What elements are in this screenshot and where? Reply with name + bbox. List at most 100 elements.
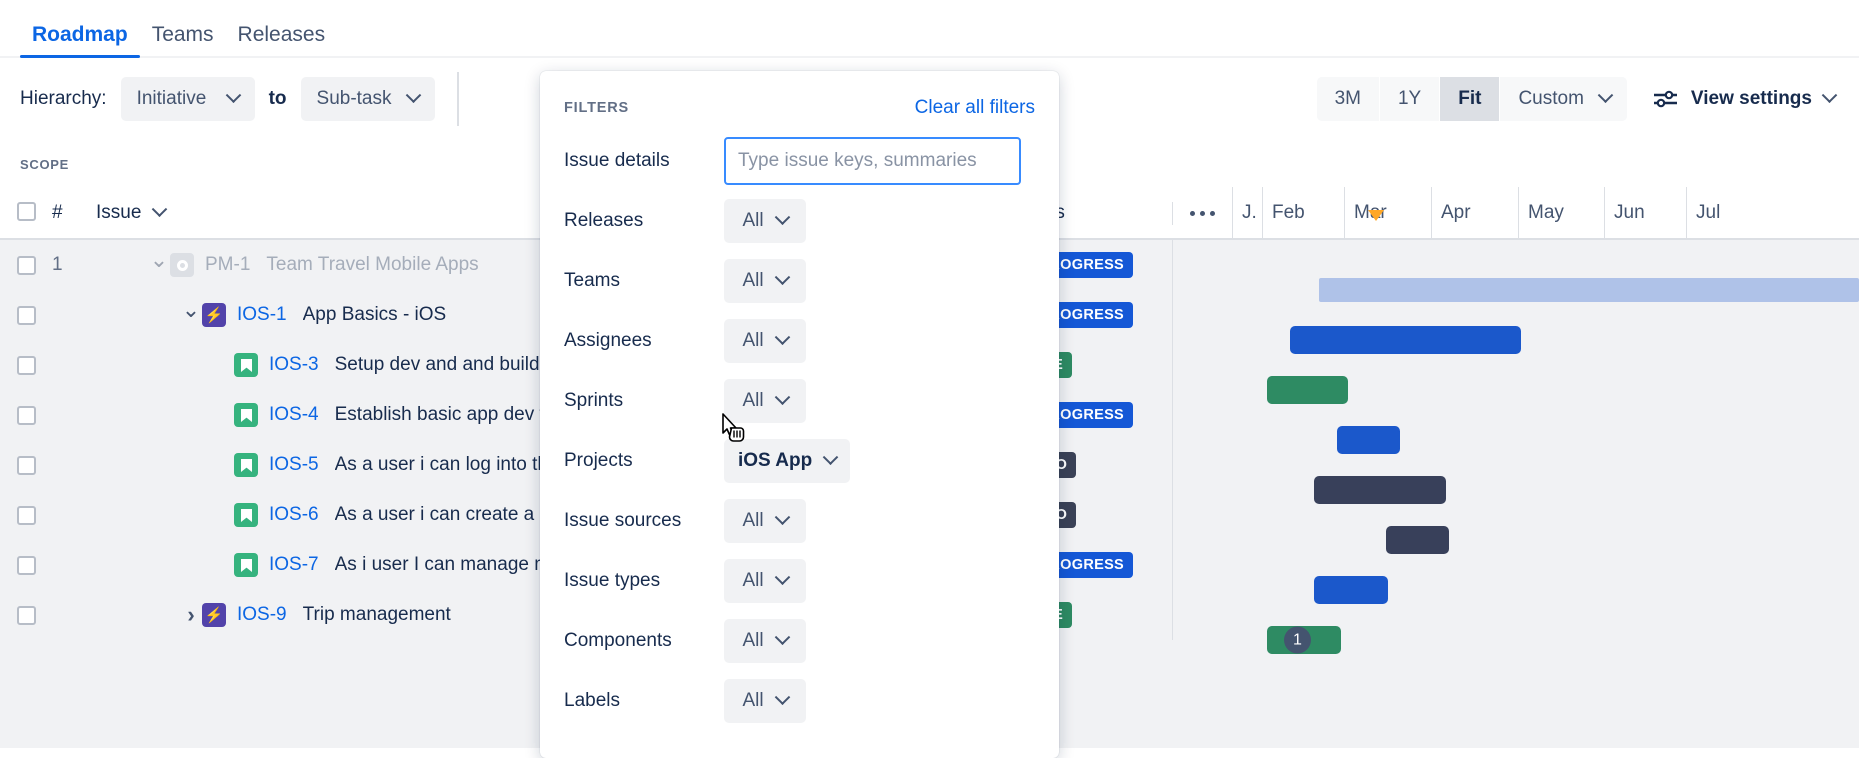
hierarchy-from-select[interactable]: Initiative xyxy=(120,77,255,121)
chevron-down-icon xyxy=(774,388,790,405)
filter-label: Labels xyxy=(564,690,620,711)
timeline-bar[interactable]: 1 xyxy=(1267,626,1341,654)
filter-label: Projects xyxy=(564,450,633,471)
tab-roadmap[interactable]: Roadmap xyxy=(20,24,140,58)
row-select-cell xyxy=(0,305,52,325)
row-checkbox[interactable] xyxy=(16,555,36,575)
chevron-right-icon[interactable]: › xyxy=(180,602,202,628)
filter-value: All xyxy=(742,270,764,291)
select-all-cell xyxy=(0,201,52,225)
view-settings-button[interactable]: View settings xyxy=(1653,86,1838,110)
issue-key-link[interactable]: IOS-6 xyxy=(269,504,319,526)
row-checkbox[interactable] xyxy=(16,405,36,425)
today-marker-icon xyxy=(1368,210,1384,221)
zoom-3m-button[interactable]: 3M xyxy=(1316,77,1380,121)
issue-key-link[interactable]: IOS-7 xyxy=(269,554,319,576)
filter-label: Releases xyxy=(564,210,644,231)
row-checkbox[interactable] xyxy=(16,255,36,275)
row-checkbox[interactable] xyxy=(16,355,36,375)
filter-select-components[interactable]: All xyxy=(724,619,806,663)
select-all-checkbox[interactable] xyxy=(16,201,36,221)
row-select-cell xyxy=(0,405,52,425)
month-label: Jun xyxy=(1614,202,1645,223)
filter-select-releases[interactable]: All xyxy=(724,199,806,243)
issue-key-link[interactable]: IOS-4 xyxy=(269,404,319,426)
tab-teams[interactable]: Teams xyxy=(140,24,226,56)
clear-all-filters-button[interactable]: Clear all filters xyxy=(915,97,1035,119)
chevron-down-icon[interactable]: ⌄ xyxy=(180,297,202,323)
filter-row-issue-sources: Issue sources All xyxy=(564,491,1035,551)
issue-details-input[interactable] xyxy=(724,137,1021,185)
story-type-icon xyxy=(234,453,258,477)
filter-select-teams[interactable]: All xyxy=(724,259,806,303)
issue-details-label: Issue details xyxy=(564,150,670,171)
hierarchy-from-value: Initiative xyxy=(136,88,207,109)
row-checkbox[interactable] xyxy=(16,505,36,525)
row-checkbox[interactable] xyxy=(16,605,36,625)
filter-select-issue-sources[interactable]: All xyxy=(724,499,806,543)
chevron-down-icon[interactable]: ⌄ xyxy=(148,247,170,273)
month-label: May xyxy=(1528,202,1564,223)
chevron-down-icon xyxy=(152,200,168,217)
filter-row-sprints: Sprints All xyxy=(564,371,1035,431)
chevron-down-icon xyxy=(774,208,790,225)
chevron-down-icon xyxy=(774,268,790,285)
filter-select-projects[interactable]: iOS App xyxy=(724,439,851,483)
filter-row-projects: Projects iOS App xyxy=(564,431,1035,491)
timeline-month-apr: Apr xyxy=(1431,187,1518,239)
chevron-down-icon xyxy=(774,568,790,585)
toolbar-divider xyxy=(456,72,459,126)
filter-value: All xyxy=(742,510,764,531)
column-more-actions[interactable] xyxy=(1172,201,1232,225)
filter-select-assignees[interactable]: All xyxy=(724,319,806,363)
more-actions-icon xyxy=(1190,210,1215,216)
filter-label: Components xyxy=(564,630,672,651)
zoom-segmented-control: 3M 1Y Fit Custom xyxy=(1316,77,1627,121)
timeline-month-header: J. Feb Mar Apr May Jun Jul xyxy=(1232,187,1859,239)
month-label: Jul xyxy=(1696,202,1721,223)
row-checkbox[interactable] xyxy=(16,455,36,475)
hierarchy-label: Hierarchy: xyxy=(20,88,107,109)
filter-value: All xyxy=(742,630,764,651)
chevron-down-icon xyxy=(1821,86,1838,103)
zoom-fit-button[interactable]: Fit xyxy=(1440,77,1501,121)
month-label: J. xyxy=(1242,202,1257,223)
row-extra-cell xyxy=(1172,490,1232,540)
filters-panel: FILTERS Clear all filters Issue details … xyxy=(540,71,1059,758)
filter-label: Teams xyxy=(564,270,620,291)
filter-select-sprints[interactable]: All xyxy=(724,379,806,423)
issue-key-link[interactable]: IOS-9 xyxy=(237,604,287,626)
tab-releases[interactable]: Releases xyxy=(226,24,338,56)
row-select-cell xyxy=(0,255,52,275)
filter-label: Issue types xyxy=(564,570,661,591)
column-number: # xyxy=(52,201,63,223)
issue-key-link[interactable]: IOS-1 xyxy=(237,304,287,326)
issue-key-link[interactable]: PM-1 xyxy=(205,254,250,276)
zoom-1y-button[interactable]: 1Y xyxy=(1379,77,1441,121)
row-extra-cell xyxy=(1172,440,1232,490)
chevron-down-icon xyxy=(405,86,421,103)
jira-roadmap-screen: Roadmap Teams Releases Hierarchy: Initia… xyxy=(0,0,1859,758)
filter-row-teams: Teams All xyxy=(564,251,1035,311)
issue-key-link[interactable]: IOS-3 xyxy=(269,354,319,376)
story-type-icon xyxy=(234,553,258,577)
issue-key-link[interactable]: IOS-5 xyxy=(269,454,319,476)
filters-panel-header: FILTERS Clear all filters xyxy=(564,97,1035,119)
filter-select-labels[interactable]: All xyxy=(724,679,806,723)
row-checkbox[interactable] xyxy=(16,305,36,325)
toolbar-right-group: 3M 1Y Fit Custom View settings xyxy=(1316,77,1838,121)
timeline-month-j: J. xyxy=(1232,187,1262,239)
filter-select-issue-types[interactable]: All xyxy=(724,559,806,603)
chevron-down-icon xyxy=(822,448,839,465)
filter-row-assignees: Assignees All xyxy=(564,311,1035,371)
chevron-down-icon xyxy=(225,86,241,103)
rollup-count-badge: 1 xyxy=(1284,626,1311,654)
filter-label: Assignees xyxy=(564,330,652,351)
timeline-month-may: May xyxy=(1518,187,1604,239)
timeline-month-jun: Jun xyxy=(1604,187,1686,239)
zoom-custom-button[interactable]: Custom xyxy=(1500,77,1627,121)
hierarchy-to-select[interactable]: Sub-task xyxy=(300,77,435,121)
row-extra-cell xyxy=(1172,240,1232,290)
month-label: Apr xyxy=(1441,202,1471,223)
timeline-month-jul: Jul xyxy=(1686,187,1766,239)
